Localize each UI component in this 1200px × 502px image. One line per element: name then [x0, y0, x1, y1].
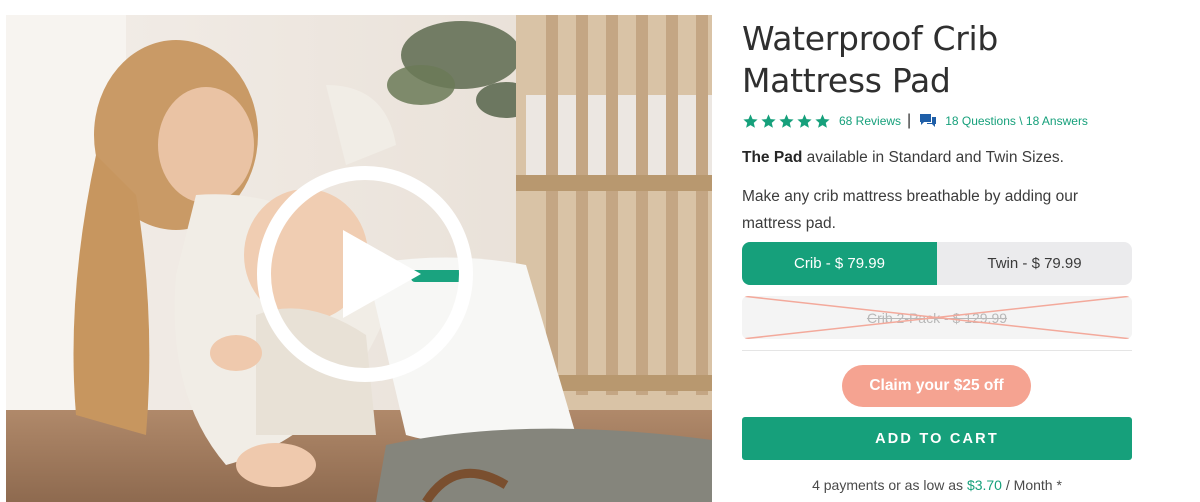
play-icon: [343, 230, 421, 318]
payments-amount: $3.70: [966, 477, 1002, 493]
product-title-line2: Mattress Pad: [742, 61, 951, 100]
unavailable-cross-icon: [742, 296, 1132, 339]
questions-answers-link[interactable]: 18 Questions \ 18 Answers: [945, 114, 1088, 128]
star-icon: [761, 113, 776, 128]
rating-separator: |: [907, 112, 912, 129]
product-title-line1: Waterproof Crib: [742, 19, 999, 58]
payments-suffix: / Month *: [1001, 477, 1062, 493]
star-icon: [815, 113, 830, 128]
pack-option-unavailable: Crib 2-Pack - $ 129.99: [742, 296, 1132, 339]
add-to-cart-button[interactable]: ADD TO CART: [742, 417, 1132, 460]
size-selector: Crib - $ 79.99 Twin - $ 79.99: [742, 242, 1132, 285]
star-icon: [797, 113, 812, 128]
product-description: Make any crib mattress breathable by add…: [742, 188, 1079, 232]
reviews-link[interactable]: 68 Reviews: [839, 114, 901, 128]
star-icon: [743, 113, 758, 128]
payments-prefix: 4 payments or as low as: [812, 477, 967, 493]
star-icon: [779, 113, 794, 128]
availability-detail: available in Standard and Twin Sizes.: [802, 149, 1064, 166]
product-title: Waterproof Crib Mattress Pad: [742, 18, 1132, 102]
chat-bubbles-icon: [920, 114, 937, 127]
availability-product-name: The Pad: [742, 149, 803, 166]
section-divider: [742, 350, 1132, 351]
size-option-twin[interactable]: Twin - $ 79.99: [937, 242, 1132, 285]
rating-row: 68 Reviews | 18 Questions \ 18 Answers: [742, 112, 1132, 130]
play-button[interactable]: [257, 166, 473, 382]
claim-discount-button[interactable]: Claim your $25 off: [842, 365, 1031, 407]
installment-payments-text: 4 payments or as low as $3.70 / Month *: [742, 477, 1132, 493]
product-video[interactable]: [6, 15, 712, 502]
size-option-crib[interactable]: Crib - $ 79.99: [742, 242, 937, 285]
product-info: Waterproof Crib Mattress Pad 68 Reviews …: [742, 18, 1132, 493]
star-rating: [742, 113, 831, 130]
availability-text: The Pad available in Standard and Twin S…: [742, 147, 1132, 169]
